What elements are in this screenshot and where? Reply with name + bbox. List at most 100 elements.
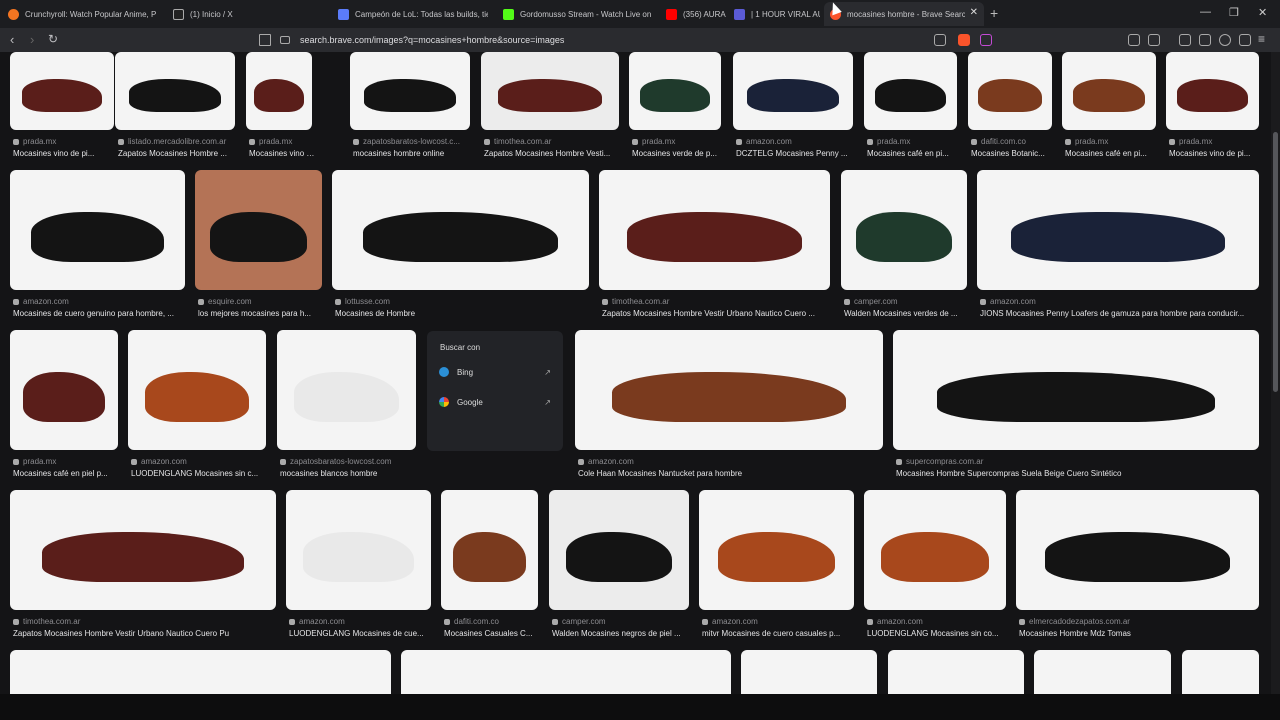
result-image[interactable] [441, 490, 538, 610]
result-source[interactable]: supercompras.com.ar [896, 457, 1262, 466]
result-source[interactable]: amazon.com [702, 617, 857, 626]
result-source[interactable]: lottusse.com [335, 297, 592, 306]
result-caption[interactable]: los mejores mocasines para h... [198, 309, 325, 318]
result-source[interactable]: esquire.com [198, 297, 325, 306]
close-window-icon[interactable]: ✕ [1258, 6, 1267, 19]
result-source[interactable]: amazon.com [867, 617, 1009, 626]
result-caption[interactable]: mocasines hombre online [353, 149, 473, 158]
sidebar-icon[interactable] [1179, 34, 1191, 46]
result-source[interactable]: elmercadodezapatos.com.ar [1019, 617, 1262, 626]
brave-shields-icon[interactable] [958, 34, 970, 46]
result-source[interactable]: prada.mx [1065, 137, 1159, 146]
result-source[interactable]: zapatosbaratos-lowcost.c... [353, 137, 473, 146]
wallet-icon[interactable] [1199, 34, 1211, 46]
result-image[interactable] [741, 650, 877, 694]
tab-brave-search[interactable]: mocasines hombre - Brave Search ✕ [824, 2, 984, 26]
menu-icon[interactable]: ≡ [1258, 32, 1265, 46]
result-image[interactable] [864, 52, 957, 130]
tab-crunchyroll[interactable]: Crunchyroll: Watch Popular Anime, P [8, 2, 158, 26]
result-source[interactable]: prada.mx [13, 137, 117, 146]
result-image[interactable] [401, 650, 731, 694]
result-image[interactable] [599, 170, 830, 290]
result-caption[interactable]: Zapatos Mocasines Hombre ... [118, 149, 238, 158]
back-icon[interactable]: ‹ [10, 32, 14, 47]
result-image[interactable] [286, 490, 431, 610]
result-caption[interactable]: Mocasines de Hombre [335, 309, 592, 318]
result-image[interactable] [977, 170, 1259, 290]
result-image[interactable] [332, 170, 589, 290]
result-image[interactable] [1016, 490, 1259, 610]
result-source[interactable]: prada.mx [867, 137, 960, 146]
result-image[interactable] [277, 330, 416, 450]
tab-lol[interactable]: Campeón de LoL: Todas las builds, tie [338, 2, 488, 26]
result-source[interactable]: listado.mercadolibre.com.ar [118, 137, 238, 146]
result-caption[interactable]: Mocasines vino de pi... [1169, 149, 1262, 158]
site-settings-icon[interactable] [280, 36, 290, 44]
result-image[interactable] [549, 490, 689, 610]
result-caption[interactable]: Mocasines vino de pi... [13, 149, 117, 158]
result-caption[interactable]: Mocasines Hombre Mdz Tomas [1019, 629, 1262, 638]
result-caption[interactable]: Mocasines café en piel p... [13, 469, 121, 478]
result-caption[interactable]: Mocasines café en pi... [1065, 149, 1159, 158]
result-source[interactable]: dafiti.com.co [971, 137, 1055, 146]
restore-icon[interactable]: ❐ [1229, 6, 1239, 19]
extensions-icon[interactable] [1128, 34, 1140, 46]
result-image[interactable] [575, 330, 883, 450]
new-tab-icon[interactable]: + [990, 5, 998, 21]
result-source[interactable]: timothea.com.ar [484, 137, 622, 146]
scrollbar[interactable] [1271, 52, 1280, 694]
result-caption[interactable]: Cole Haan Mocasines Nantucket para hombr… [578, 469, 886, 478]
result-caption[interactable]: Mocasines verde de p... [632, 149, 724, 158]
result-source[interactable]: amazon.com [980, 297, 1262, 306]
result-source[interactable]: dafiti.com.co [444, 617, 541, 626]
tab-viral[interactable]: | 1 HOUR VIRAL AU [734, 2, 820, 26]
search-with-google[interactable]: Google ↗ [439, 395, 551, 409]
result-source[interactable]: prada.mx [632, 137, 724, 146]
result-source[interactable]: amazon.com [13, 297, 188, 306]
tab-search-icon[interactable] [1148, 34, 1160, 46]
result-image[interactable] [350, 52, 470, 130]
result-caption[interactable]: Mocasines Botanic... [971, 149, 1055, 158]
scrollbar-thumb[interactable] [1273, 132, 1278, 392]
close-tab-icon[interactable]: ✕ [970, 7, 978, 18]
result-source[interactable]: prada.mx [13, 457, 121, 466]
result-source[interactable]: amazon.com [131, 457, 269, 466]
result-caption[interactable]: Walden Mocasines verdes de ... [844, 309, 970, 318]
result-caption[interactable]: JIONS Mocasines Penny Loafers de gamuza … [980, 309, 1262, 318]
result-source[interactable]: camper.com [844, 297, 970, 306]
result-source[interactable]: prada.mx [249, 137, 315, 146]
result-source[interactable]: prada.mx [1169, 137, 1262, 146]
result-caption[interactable]: LUODENGLANG Mocasines de cue... [289, 629, 434, 638]
result-caption[interactable]: Mocasines café en pi... [867, 149, 960, 158]
result-image[interactable] [893, 330, 1259, 450]
result-image[interactable] [1034, 650, 1171, 694]
result-image[interactable] [10, 330, 118, 450]
share-icon[interactable] [934, 34, 946, 46]
result-image[interactable] [629, 52, 721, 130]
search-with-bing[interactable]: Bing ↗ [439, 365, 551, 379]
result-image[interactable] [10, 52, 114, 130]
result-source[interactable]: timothea.com.ar [13, 617, 279, 626]
minimize-icon[interactable]: — [1200, 6, 1211, 18]
reload-icon[interactable]: ↻ [48, 32, 58, 46]
result-caption[interactable]: mitvr Mocasines de cuero casuales p... [702, 629, 857, 638]
result-caption[interactable]: Zapatos Mocasines Hombre Vestir Urbano N… [13, 629, 279, 638]
result-image[interactable] [864, 490, 1006, 610]
result-caption[interactable]: mocasines blancos hombre [280, 469, 419, 478]
tab-youtube[interactable]: (356) AURA [666, 2, 726, 26]
result-caption[interactable]: Zapatos Mocasines Hombre Vestir Urbano N… [602, 309, 833, 318]
open-external-icon[interactable]: ↗ [544, 398, 551, 407]
result-caption[interactable]: LUODENGLANG Mocasines sin c... [131, 469, 269, 478]
result-caption[interactable]: Zapatos Mocasines Hombre Vesti... [484, 149, 622, 158]
result-image[interactable] [128, 330, 266, 450]
forward-icon[interactable]: › [30, 32, 34, 47]
result-source[interactable]: camper.com [552, 617, 692, 626]
open-external-icon[interactable]: ↗ [544, 368, 551, 377]
url-field[interactable]: search.brave.com/images?q=mocasines+homb… [280, 31, 1000, 49]
result-image[interactable] [481, 52, 619, 130]
result-image[interactable] [841, 170, 967, 290]
vpn-icon[interactable] [1239, 34, 1251, 46]
result-image[interactable] [10, 650, 391, 694]
leo-ai-icon[interactable] [1219, 34, 1231, 46]
result-image[interactable] [1182, 650, 1259, 694]
